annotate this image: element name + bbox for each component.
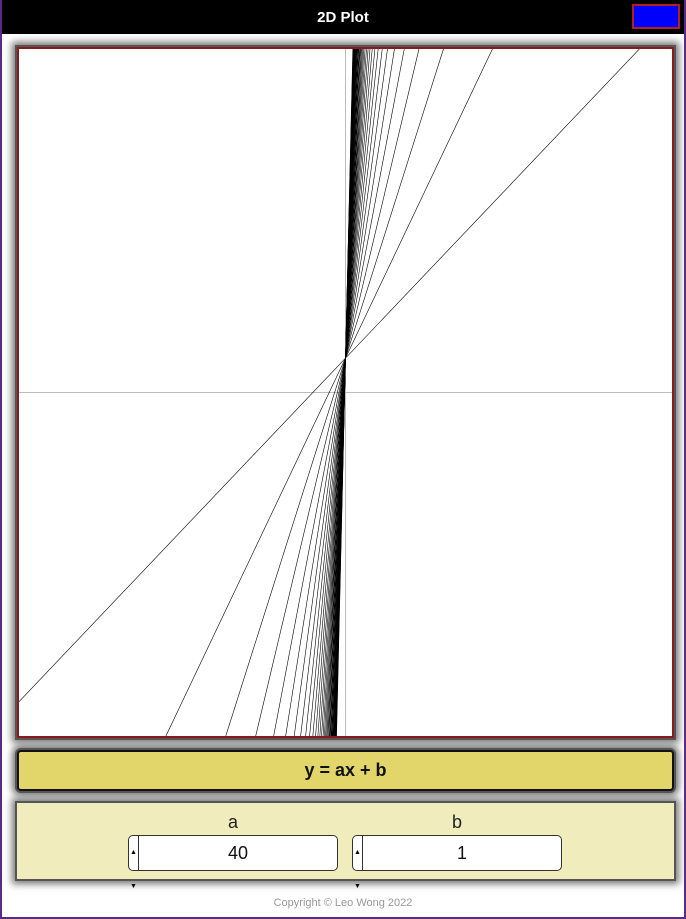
app-title: 2D Plot (317, 8, 369, 26)
formula-bar: y = ax + b (17, 750, 674, 791)
stepper-icon[interactable]: ▲ ▼ (353, 836, 363, 890)
param-a-label: a (227, 812, 238, 832)
color-picker-button[interactable] (632, 4, 680, 29)
param-b-label: b (451, 812, 462, 832)
param-a: a ▲ ▼ 40 (128, 811, 338, 890)
app-window: 2D Plot y = ax + b a ▲ ▼ 40 b ▲ ▼ 1 Copyri… (0, 0, 686, 919)
parameters-panel: a ▲ ▼ 40 b ▲ ▼ 1 (17, 803, 674, 890)
plot-area (17, 47, 674, 738)
param-b-value: 1 (456, 843, 467, 863)
param-a-value: 40 (227, 843, 249, 863)
param-b-input[interactable]: ▲ ▼ 1 (352, 835, 562, 890)
title-bar: 2D Plot (2, 0, 684, 34)
param-b: b ▲ ▼ 1 (352, 811, 562, 890)
param-a-input[interactable]: ▲ ▼ 40 (128, 835, 338, 890)
plot-canvas (19, 49, 672, 736)
copyright-text: Copyright © Leo Wong 2022 (273, 897, 413, 909)
stepper-icon[interactable]: ▲ ▼ (129, 836, 139, 890)
formula-text: y = ax + b (304, 760, 387, 780)
